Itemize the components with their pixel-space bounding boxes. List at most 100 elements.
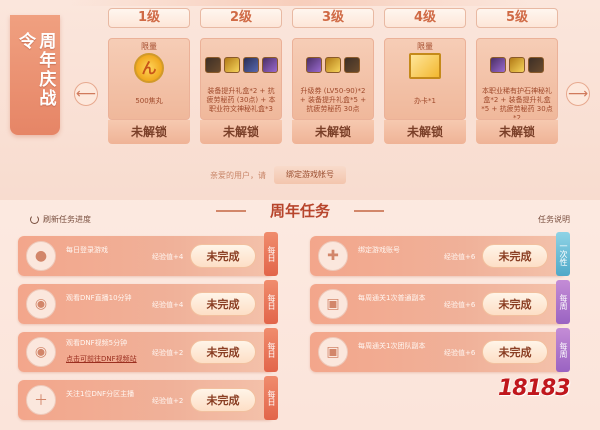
level-tab[interactable]: 2级 xyxy=(200,8,282,28)
reward-items xyxy=(385,53,465,79)
task-card: ✚ 绑定游戏账号 经验值+6 未完成 一次性 xyxy=(310,232,570,276)
task-status-button[interactable]: 未完成 xyxy=(190,292,256,316)
battle-pass-banner: 周年庆战令 xyxy=(10,15,60,135)
item-icon xyxy=(528,57,544,73)
task-tag: 每日 xyxy=(264,328,278,372)
task-name: 关注1位DNF分区主播 xyxy=(66,390,135,398)
banner-title: 周年庆战令 xyxy=(15,32,56,108)
task-card: ◉ 观看DNF视频5分钟 点击可前往DNF视频站 经验值+2 未完成 每日 xyxy=(18,328,278,372)
task-status-button[interactable]: 未完成 xyxy=(482,292,548,316)
reward-items xyxy=(201,57,281,73)
next-arrow-button[interactable]: ⟶ xyxy=(566,82,590,106)
image-icon: ▣ xyxy=(318,337,348,367)
level-2: 2级 装备提升礼盒*2 + 抗疲劳秘药 (30点) + 本职业符文神秘礼盒*3 … xyxy=(200,8,282,144)
level-status: 未解锁 xyxy=(292,120,374,144)
reward-card[interactable]: 限量 办卡*1 xyxy=(384,38,466,120)
bind-account-row: 亲爱的用户，请 绑定游戏帐号 xyxy=(210,166,346,184)
task-name: 每周通关1次普通副本 xyxy=(358,294,426,302)
bind-prompt: 亲爱的用户，请 xyxy=(210,170,266,180)
task-info-link[interactable]: 任务说明 xyxy=(538,214,570,225)
task-exp: 经验值+6 xyxy=(444,301,476,309)
level-tab[interactable]: 4级 xyxy=(384,8,466,28)
task-exp: 经验值+2 xyxy=(152,397,184,405)
level-status: 未解锁 xyxy=(476,120,558,144)
reward-items: ん xyxy=(109,53,189,83)
task-name: 观看DNF直播10分钟 xyxy=(66,294,132,302)
task-card: ◉ 观看DNF直播10分钟 经验值+4 未完成 每日 xyxy=(18,280,278,324)
task-status-button[interactable]: 未完成 xyxy=(482,340,548,364)
refresh-label: 刷新任务进度 xyxy=(43,215,91,224)
reward-card[interactable]: 升级券 (LV50-90)*2 + 装备提升礼盒*5 + 抗疲劳秘药 30点 xyxy=(292,38,374,120)
task-name: 观看DNF视频5分钟 xyxy=(66,339,128,347)
site-watermark: 18183 xyxy=(498,376,594,416)
task-exp: 经验值+4 xyxy=(152,301,184,309)
reward-desc: 500焦丸 xyxy=(135,97,163,105)
item-icon xyxy=(490,57,506,73)
task-tag: 一次性 xyxy=(556,232,570,276)
refresh-progress-link[interactable]: 刷新任务进度 xyxy=(30,214,91,225)
reward-items xyxy=(477,57,557,73)
task-card: ● 每日登录游戏 经验值+4 未完成 每日 xyxy=(18,232,278,276)
user-icon: ● xyxy=(26,241,56,271)
task-name: 每周通关1次团队副本 xyxy=(358,342,426,350)
task-exp: 经验值+6 xyxy=(444,349,476,357)
task-exp: 经验值+4 xyxy=(152,253,184,261)
level-status: 未解锁 xyxy=(200,120,282,144)
reward-card[interactable]: 本职业稀有护石神秘礼盒*2 + 装备提升礼盒*5 + 抗疲劳秘药 30点*2 xyxy=(476,38,558,120)
user-add-icon: ＋ xyxy=(26,385,56,415)
item-icon xyxy=(261,57,278,73)
level-status: 未解锁 xyxy=(384,120,466,144)
eye-icon: ◉ xyxy=(26,289,56,319)
level-4: 4级 限量 办卡*1 未解锁 xyxy=(384,8,466,144)
task-status-button[interactable]: 未完成 xyxy=(482,244,548,268)
item-icon xyxy=(306,57,322,73)
task-card: ▣ 每周通关1次普通副本 经验值+6 未完成 每周 xyxy=(310,280,570,324)
section-title: 周年任务 xyxy=(210,200,390,222)
task-card: ＋ 关注1位DNF分区主播 经验值+2 未完成 每日 xyxy=(18,376,278,420)
reward-desc: 装备提升礼盒*2 + 抗疲劳秘药 (30点) + 本职业符文神秘礼盒*3 xyxy=(206,87,276,113)
level-rewards: 1级 限量 ん 500焦丸 未解锁 2级 装备提升礼盒*2 + 抗疲劳秘药 (3… xyxy=(108,8,558,148)
task-exp: 经验值+2 xyxy=(152,349,184,357)
level-5: 5级 本职业稀有护石神秘礼盒*2 + 装备提升礼盒*5 + 抗疲劳秘药 30点*… xyxy=(476,8,558,144)
dnf-video-link[interactable]: 点击可前往DNF视频站 xyxy=(66,354,137,364)
task-status-button[interactable]: 未完成 xyxy=(190,388,256,412)
task-name: 绑定游戏账号 xyxy=(358,246,400,254)
level-status: 未解锁 xyxy=(108,120,190,144)
bandage-icon: ✚ xyxy=(318,241,348,271)
level-tab[interactable]: 1级 xyxy=(108,8,190,28)
prev-arrow-button[interactable]: ⟵ xyxy=(74,82,98,106)
limited-badge: 限量 xyxy=(417,42,433,51)
ticket-icon xyxy=(409,53,441,79)
reward-card[interactable]: 装备提升礼盒*2 + 抗疲劳秘药 (30点) + 本职业符文神秘礼盒*3 xyxy=(200,38,282,120)
reward-desc: 升级券 (LV50-90)*2 + 装备提升礼盒*5 + 抗疲劳秘药 30点 xyxy=(299,87,367,113)
level-1: 1级 限量 ん 500焦丸 未解锁 xyxy=(108,8,190,144)
task-status-button[interactable]: 未完成 xyxy=(190,340,256,364)
item-icon xyxy=(223,57,240,73)
bind-account-button[interactable]: 绑定游戏帐号 xyxy=(274,166,346,184)
eye-icon: ◉ xyxy=(26,337,56,367)
task-card: ▣ 每周通关1次团队副本 经验值+6 未完成 每周 xyxy=(310,328,570,372)
reward-card[interactable]: 限量 ん 500焦丸 xyxy=(108,38,190,120)
item-icon xyxy=(509,57,525,73)
level-tab[interactable]: 5级 xyxy=(476,8,558,28)
task-tag: 每周 xyxy=(556,280,570,324)
reward-desc: 本职业稀有护石神秘礼盒*2 + 装备提升礼盒*5 + 抗疲劳秘药 30点*2 xyxy=(481,87,553,120)
reward-desc: 办卡*1 xyxy=(414,97,436,105)
task-name: 每日登录游戏 xyxy=(66,246,108,254)
task-status-button[interactable]: 未完成 xyxy=(190,244,256,268)
watermark-text: 18183 xyxy=(498,376,571,401)
coin-icon: ん xyxy=(134,53,164,83)
limited-badge: 限量 xyxy=(141,42,157,51)
refresh-icon xyxy=(30,215,39,224)
item-icon xyxy=(325,57,341,73)
task-tag: 每日 xyxy=(264,280,278,324)
task-tag: 每日 xyxy=(264,232,278,276)
reward-items xyxy=(293,57,373,73)
item-icon xyxy=(344,57,360,73)
level-3: 3级 升级券 (LV50-90)*2 + 装备提升礼盒*5 + 抗疲劳秘药 30… xyxy=(292,8,374,144)
task-exp: 经验值+6 xyxy=(444,253,476,261)
level-tab[interactable]: 3级 xyxy=(292,8,374,28)
image-icon: ▣ xyxy=(318,289,348,319)
task-tag: 每周 xyxy=(556,328,570,372)
task-tag: 每日 xyxy=(264,376,278,420)
